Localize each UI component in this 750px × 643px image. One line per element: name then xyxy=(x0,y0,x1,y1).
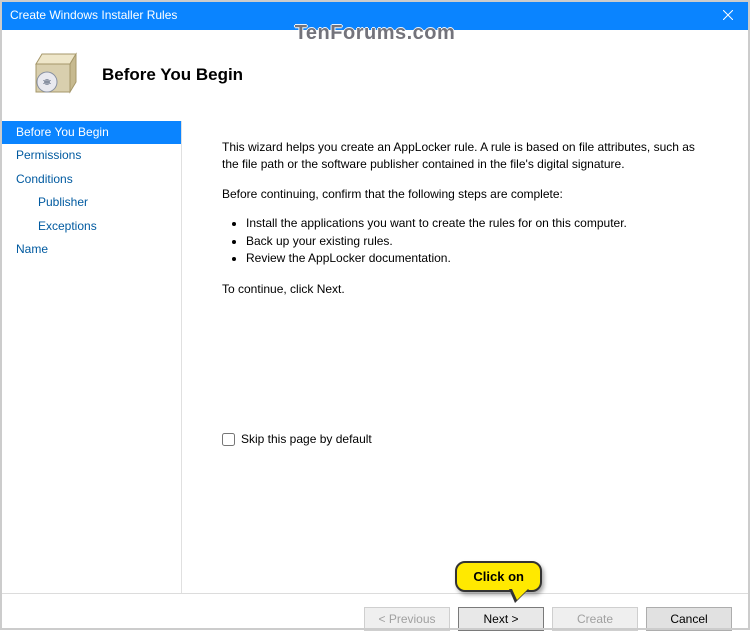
cancel-button[interactable]: Cancel xyxy=(646,607,732,631)
sidebar-item-label: Permissions xyxy=(16,148,81,162)
sidebar-item-publisher[interactable]: Publisher xyxy=(0,191,181,214)
sidebar-item-label: Conditions xyxy=(16,172,73,186)
checklist-intro: Before continuing, confirm that the foll… xyxy=(222,186,710,203)
sidebar-item-before-you-begin[interactable]: Before You Begin xyxy=(0,121,181,144)
intro-paragraph: This wizard helps you create an AppLocke… xyxy=(222,139,710,174)
wizard-steps-sidebar: Before You Begin Permissions Conditions … xyxy=(0,121,182,593)
installer-box-icon xyxy=(30,48,80,101)
sidebar-item-permissions[interactable]: Permissions xyxy=(0,144,181,167)
close-icon xyxy=(723,10,733,20)
window-close-button[interactable] xyxy=(705,0,750,30)
next-button[interactable]: Next > xyxy=(458,607,544,631)
create-button: Create xyxy=(552,607,638,631)
page-title: Before You Begin xyxy=(102,65,243,85)
checklist: Install the applications you want to cre… xyxy=(222,215,710,267)
sidebar-item-label: Before You Begin xyxy=(16,125,109,139)
titlebar: Create Windows Installer Rules xyxy=(0,0,750,30)
wizard-header: Before You Begin xyxy=(0,30,750,121)
annotation-callout-tail-icon xyxy=(509,589,529,603)
previous-button: < Previous xyxy=(364,607,450,631)
annotation-callout-text: Click on xyxy=(473,569,524,584)
wizard-body: Before You Begin Permissions Conditions … xyxy=(0,121,750,593)
skip-checkbox[interactable] xyxy=(222,433,235,446)
sidebar-item-name[interactable]: Name xyxy=(0,238,181,261)
sidebar-item-exceptions[interactable]: Exceptions xyxy=(0,215,181,238)
sidebar-item-conditions[interactable]: Conditions xyxy=(0,168,181,191)
sidebar-item-label: Publisher xyxy=(38,195,88,209)
annotation-callout-bubble: Click on xyxy=(455,561,542,592)
sidebar-item-label: Name xyxy=(16,242,48,256)
sidebar-item-label: Exceptions xyxy=(38,219,97,233)
checklist-item: Review the AppLocker documentation. xyxy=(246,250,710,267)
skip-row: Skip this page by default xyxy=(222,431,372,448)
window-title: Create Windows Installer Rules xyxy=(10,8,705,22)
checklist-item: Install the applications you want to cre… xyxy=(246,215,710,232)
wizard-main-pane: This wizard helps you create an AppLocke… xyxy=(182,121,750,593)
wizard-footer: < Previous Next > Create Cancel xyxy=(0,593,750,643)
checklist-item: Back up your existing rules. xyxy=(246,233,710,250)
continue-instruction: To continue, click Next. xyxy=(222,281,710,298)
skip-checkbox-label[interactable]: Skip this page by default xyxy=(241,431,372,448)
annotation-callout: Click on xyxy=(455,561,542,592)
